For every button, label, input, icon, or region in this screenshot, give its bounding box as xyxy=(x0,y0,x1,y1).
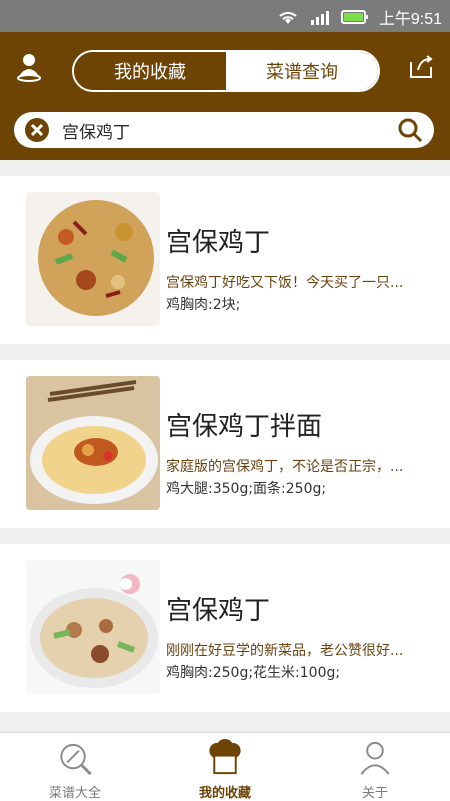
recipe-ingredients: 鸡大腿:350g;面条:250g; xyxy=(166,481,327,497)
list-spacer xyxy=(0,344,450,360)
share-icon[interactable] xyxy=(406,52,436,82)
list-spacer xyxy=(0,160,450,176)
wifi-icon xyxy=(279,12,297,24)
recipe-card[interactable]: 宫保鸡丁 宫保鸡丁好吃又下饭！今天买了一只... 鸡胸肉:2块; xyxy=(0,176,450,344)
nav-label: 关于 xyxy=(361,786,388,801)
signal-icon xyxy=(310,11,329,25)
header: 我的收藏 菜谱查询 xyxy=(0,32,450,160)
recipe-title: 宫保鸡丁拌面 xyxy=(166,412,323,442)
recipe-image xyxy=(26,560,160,694)
chef-hat-icon xyxy=(209,739,241,775)
recipe-title: 宫保鸡丁 xyxy=(166,228,271,258)
recipe-description: 家庭版的宫保鸡丁，不论是否正宗，... xyxy=(166,459,404,475)
search-bar xyxy=(14,112,434,148)
bottom-nav: 菜谱大全 我的收藏 关于 xyxy=(0,732,450,801)
nav-label: 菜谱大全 xyxy=(48,786,101,801)
nav-label: 我的收藏 xyxy=(198,786,251,801)
status-bar: 上午9:51 xyxy=(0,0,450,32)
user-icon[interactable] xyxy=(14,52,44,82)
search-icon[interactable] xyxy=(396,116,424,144)
list-spacer xyxy=(0,712,450,728)
clear-icon[interactable] xyxy=(24,117,50,143)
battery-icon xyxy=(340,10,368,24)
nav-about[interactable]: 关于 xyxy=(300,733,450,801)
recipe-card[interactable]: 宫保鸡丁 刚刚在好豆学的新菜品，老公赞很好... 鸡胸肉:250g;花生米:10… xyxy=(0,544,450,712)
tab-recipe-search[interactable]: 菜谱查询 xyxy=(226,52,378,90)
segmented-tabs: 我的收藏 菜谱查询 xyxy=(72,50,380,92)
tab-my-favorites[interactable]: 我的收藏 xyxy=(74,52,226,90)
user-profile-icon xyxy=(360,741,390,775)
tab-label: 菜谱查询 xyxy=(266,62,338,83)
list-spacer xyxy=(0,528,450,544)
tab-label: 我的收藏 xyxy=(114,62,186,83)
recipe-card[interactable]: 宫保鸡丁拌面 家庭版的宫保鸡丁，不论是否正宗，... 鸡大腿:350g;面条:2… xyxy=(0,360,450,528)
status-icons: 上午9:51 xyxy=(277,5,442,29)
nav-my-favorites[interactable]: 我的收藏 xyxy=(150,733,300,801)
recipe-title: 宫保鸡丁 xyxy=(166,596,271,626)
recipe-ingredients: 鸡胸肉:2块; xyxy=(166,297,241,313)
recipe-image xyxy=(26,192,160,326)
recipe-image xyxy=(26,376,160,510)
search-input[interactable] xyxy=(60,114,396,146)
magnifier-icon xyxy=(60,743,92,776)
clock-time: 上午9:51 xyxy=(378,11,442,28)
recipe-list: 宫保鸡丁 宫保鸡丁好吃又下饭！今天买了一只... 鸡胸肉:2块; 宫保鸡丁拌面 … xyxy=(0,160,450,728)
nav-all-recipes[interactable]: 菜谱大全 xyxy=(0,733,150,801)
recipe-description: 宫保鸡丁好吃又下饭！今天买了一只... xyxy=(166,275,404,291)
recipe-description: 刚刚在好豆学的新菜品，老公赞很好... xyxy=(166,643,404,659)
recipe-ingredients: 鸡胸肉:250g;花生米:100g; xyxy=(166,665,341,681)
